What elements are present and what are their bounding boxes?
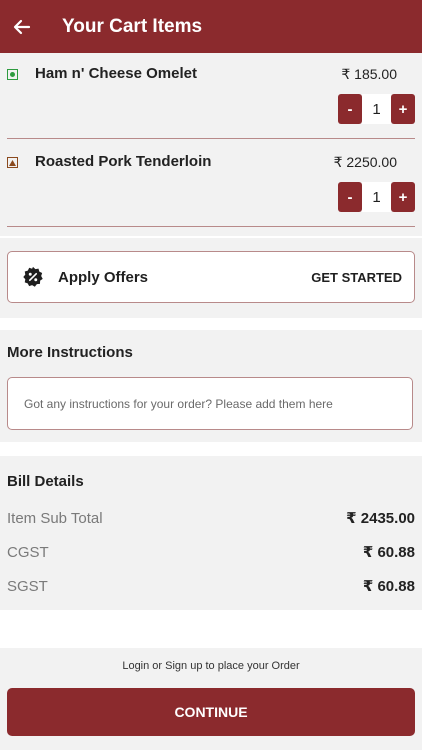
quantity-stepper: - 1 + [338,182,415,212]
cart-item: Roasted Pork Tenderloin ₹ 2250.00 - 1 + [7,141,415,227]
instructions-field [7,377,413,430]
bill-row-cgst: CGST ₹ 60.88 [7,541,415,563]
continue-button[interactable]: CONTINUE [7,688,415,736]
bill-row-value: ₹ 2435.00 [346,510,415,527]
bill-row-label: CGST [7,543,49,561]
bill-row-value: ₹ 60.88 [362,578,415,595]
checkout-footer: Login or Sign up to place your Order CON… [0,648,422,750]
item-price: ₹ 185.00 [341,66,397,82]
cart-item: Ham n' Cheese Omelet ₹ 185.00 - 1 + [7,53,415,139]
bill-row-subtotal: Item Sub Total ₹ 2435.00 [7,507,415,529]
back-button[interactable] [4,9,40,45]
quantity-value: 1 [362,94,391,124]
bill-row-label: Item Sub Total [7,509,103,527]
item-price: ₹ 2250.00 [333,154,397,170]
decrease-button[interactable]: - [338,182,362,212]
instructions-input[interactable] [8,378,412,429]
quantity-value: 1 [362,182,391,212]
instructions-title: More Instructions [7,344,133,361]
bill-details-section: Bill Details Item Sub Total ₹ 2435.00 CG… [0,456,422,610]
increase-button[interactable]: + [391,94,415,124]
page-title: Your Cart Items [62,15,203,37]
cart-list: Ham n' Cheese Omelet ₹ 185.00 - 1 + Roas… [0,53,422,236]
bill-row-sgst: SGST ₹ 60.88 [7,575,415,597]
quantity-stepper: - 1 + [338,94,415,124]
bill-row-value: ₹ 60.88 [362,544,415,561]
bill-row-label: SGST [7,577,48,595]
decrease-button[interactable]: - [338,94,362,124]
bill-title: Bill Details [7,473,84,490]
non-veg-indicator-icon [7,157,18,168]
apply-offers-button[interactable]: Apply Offers GET STARTED [7,251,415,303]
increase-button[interactable]: + [391,182,415,212]
apply-offers-label: Apply Offers [58,268,149,286]
item-name: Roasted Pork Tenderloin [35,153,212,170]
get-started-link[interactable]: GET STARTED [311,270,402,285]
item-name: Ham n' Cheese Omelet [35,65,197,82]
offers-section: Apply Offers GET STARTED [0,238,422,318]
arrow-left-icon [13,19,31,34]
app-bar: Your Cart Items [0,0,422,53]
login-prompt: Login or Sign up to place your Order [122,660,300,672]
veg-indicator-icon [7,69,18,80]
discount-badge-icon [23,266,43,287]
instructions-section: More Instructions [0,330,422,442]
